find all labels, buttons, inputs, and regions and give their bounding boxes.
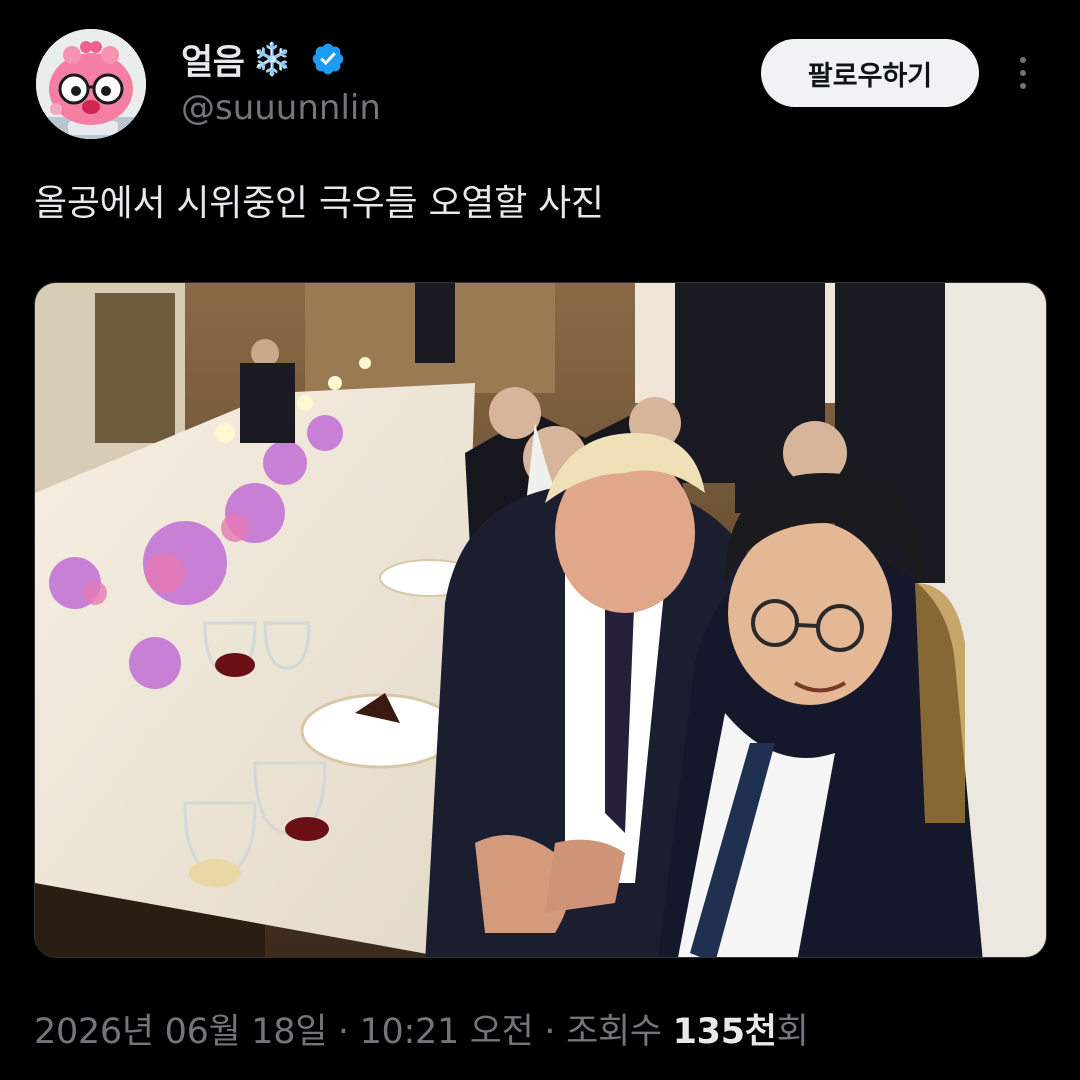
separator-dot: · xyxy=(327,1012,360,1052)
scrolled-content-edge: · · · xyxy=(0,0,1080,7)
views-suffix: 회 xyxy=(776,1012,809,1052)
user-handle[interactable]: @suuunnlin xyxy=(181,88,381,128)
more-options-icon[interactable] xyxy=(1008,55,1038,91)
tweet-photo[interactable] xyxy=(34,282,1047,958)
tweet-text: 올공에서 시위중인 극우들 오열할 사진 xyxy=(34,183,604,224)
snowflake-icon: ❄️ xyxy=(252,40,293,78)
avatar[interactable] xyxy=(36,29,146,139)
follow-button[interactable]: 팔로우하기 xyxy=(761,39,979,107)
separator-dot: · xyxy=(533,1012,567,1052)
dinner-photo-illustration xyxy=(35,283,1046,957)
user-name-row[interactable]: 얼음 ❄️ xyxy=(181,33,346,85)
display-name: 얼음 xyxy=(181,42,245,83)
views-prefix: 조회수 xyxy=(566,1012,673,1052)
verified-badge-icon xyxy=(312,43,344,75)
tweet-time[interactable]: 10:21 오전 xyxy=(360,1012,534,1052)
tweet-date[interactable]: 2026년 06월 18일 xyxy=(34,1012,327,1052)
views-count[interactable]: 135천 xyxy=(673,1012,777,1052)
tweet-metadata: 2026년 06월 18일 · 10:21 오전 · 조회수 135천회 xyxy=(34,1003,809,1054)
